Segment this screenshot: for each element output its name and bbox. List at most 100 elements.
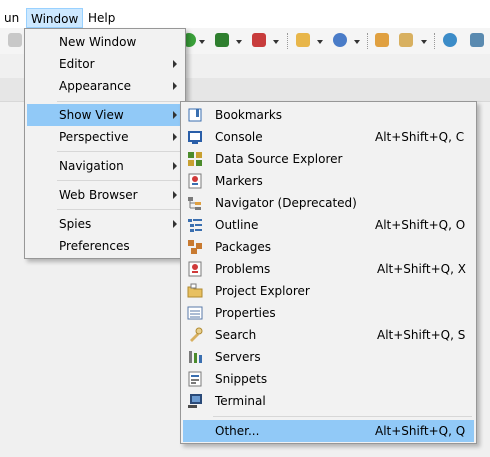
packages-icon — [187, 239, 203, 255]
menu-item-label: Packages — [215, 240, 271, 254]
menu-separator — [57, 180, 181, 181]
menu-item-label: Show View — [59, 108, 124, 122]
menu-item-label: Spies — [59, 217, 92, 231]
terminal-icon — [187, 393, 203, 409]
menu-item-data-source-explorer[interactable]: Data Source Explorer — [183, 148, 474, 170]
menu-item-snippets[interactable]: Snippets — [183, 368, 474, 390]
menu-item-new-window[interactable]: New Window — [27, 31, 183, 53]
menu-item-servers[interactable]: Servers — [183, 346, 474, 368]
perspective-icon[interactable] — [470, 33, 484, 47]
menu-item-label: Navigation — [59, 159, 124, 173]
outline-icon — [187, 217, 203, 233]
menu-item-properties[interactable]: Properties — [183, 302, 474, 324]
menu-item-shortcut: Alt+Shift+Q, X — [377, 262, 466, 276]
new-class-icon[interactable] — [333, 33, 347, 47]
toolbar-separator — [434, 33, 435, 49]
menu-item-markers[interactable]: Markers — [183, 170, 474, 192]
submenu-arrow-icon — [173, 82, 177, 90]
menu-item-other[interactable]: Other... Alt+Shift+Q, Q — [183, 420, 474, 442]
menu-item-navigation[interactable]: Navigation — [27, 155, 183, 177]
bookmarks-icon — [187, 107, 203, 123]
menu-item-label: Bookmarks — [215, 108, 283, 122]
menu-item-label: Appearance — [59, 79, 132, 93]
menu-item-label: Markers — [215, 174, 263, 188]
properties-icon — [187, 305, 203, 321]
search-tool-dropdown-icon[interactable] — [421, 40, 427, 44]
toolbar-disabled-icon[interactable] — [8, 33, 22, 47]
menu-item-label: Servers — [215, 350, 261, 364]
menu-item-label: Other... — [215, 424, 260, 438]
new-folder-dropdown-icon[interactable] — [317, 40, 323, 44]
data-source-explorer-icon — [187, 151, 203, 167]
menu-help[interactable]: Help — [84, 8, 119, 28]
menu-item-project-explorer[interactable]: Project Explorer — [183, 280, 474, 302]
menu-item-label: Editor — [59, 57, 95, 71]
submenu-arrow-icon — [173, 220, 177, 228]
menu-item-bookmarks[interactable]: Bookmarks — [183, 104, 474, 126]
navigator-icon — [187, 195, 203, 211]
submenu-arrow-icon — [173, 60, 177, 68]
menu-bar: un Window Help — [0, 0, 490, 28]
submenu-arrow-icon — [173, 133, 177, 141]
external-tools-icon[interactable] — [252, 33, 266, 47]
run-server-dropdown-icon[interactable] — [236, 40, 242, 44]
menu-item-label: Console — [215, 130, 263, 144]
menu-item-label: Problems — [215, 262, 271, 276]
new-folder-icon[interactable] — [296, 33, 310, 47]
new-class-dropdown-icon[interactable] — [354, 40, 360, 44]
snippets-icon — [187, 371, 203, 387]
project-explorer-icon — [187, 283, 203, 299]
menu-separator — [57, 209, 181, 210]
menu-item-label: Outline — [215, 218, 259, 232]
menu-item-console[interactable]: Console Alt+Shift+Q, C — [183, 126, 474, 148]
search-tool-icon[interactable] — [399, 33, 413, 47]
menu-item-shortcut: Alt+Shift+Q, O — [375, 218, 466, 232]
menu-item-show-view[interactable]: Show View — [27, 104, 183, 126]
run-server-icon[interactable] — [215, 33, 229, 47]
menu-window[interactable]: Window — [26, 8, 84, 28]
menu-item-appearance[interactable]: Appearance — [27, 75, 183, 97]
menu-item-shortcut: Alt+Shift+Q, C — [375, 130, 465, 144]
run-dropdown-icon[interactable] — [199, 40, 205, 44]
menu-item-label: Terminal — [215, 394, 266, 408]
menu-item-shortcut: Alt+Shift+Q, Q — [375, 424, 466, 438]
console-icon — [187, 129, 203, 145]
submenu-arrow-icon — [173, 191, 177, 199]
menu-item-label: Preferences — [59, 239, 130, 253]
menu-run[interactable]: un — [0, 8, 23, 28]
menu-item-label: New Window — [59, 35, 137, 49]
menu-item-problems[interactable]: Problems Alt+Shift+Q, X — [183, 258, 474, 280]
menu-item-shortcut: Alt+Shift+Q, S — [377, 328, 466, 342]
show-view-submenu: Bookmarks Console Alt+Shift+Q, C Data So… — [180, 101, 477, 444]
menu-item-terminal[interactable]: Terminal — [183, 390, 474, 412]
menu-item-perspective[interactable]: Perspective — [27, 126, 183, 148]
menu-item-label: Navigator (Deprecated) — [215, 196, 357, 210]
menu-item-label: Snippets — [215, 372, 268, 386]
globe-icon[interactable] — [443, 33, 457, 47]
menu-item-outline[interactable]: Outline Alt+Shift+Q, O — [183, 214, 474, 236]
menu-item-label: Properties — [215, 306, 276, 320]
menu-item-web-browser[interactable]: Web Browser — [27, 184, 183, 206]
menu-separator — [57, 151, 181, 152]
menu-item-spies[interactable]: Spies — [27, 213, 183, 235]
menu-item-editor[interactable]: Editor — [27, 53, 183, 75]
menu-item-label: Web Browser — [59, 188, 138, 202]
submenu-arrow-icon — [173, 162, 177, 170]
menu-item-label: Project Explorer — [215, 284, 310, 298]
search-icon — [187, 327, 203, 343]
menu-item-label: Data Source Explorer — [215, 152, 343, 166]
menu-separator — [57, 101, 181, 102]
window-menu: New Window Editor Appearance Show View P… — [24, 28, 186, 259]
markers-icon — [187, 173, 203, 189]
menu-item-search[interactable]: Search Alt+Shift+Q, S — [183, 324, 474, 346]
external-tools-dropdown-icon[interactable] — [273, 40, 279, 44]
menu-item-navigator[interactable]: Navigator (Deprecated) — [183, 192, 474, 214]
open-type-icon[interactable] — [375, 33, 389, 47]
menu-item-label: Perspective — [59, 130, 129, 144]
menu-item-packages[interactable]: Packages — [183, 236, 474, 258]
problems-icon — [187, 261, 203, 277]
menu-item-preferences[interactable]: Preferences — [27, 235, 183, 257]
servers-icon — [187, 349, 203, 365]
toolbar-separator — [287, 33, 288, 49]
menu-separator — [213, 416, 472, 417]
